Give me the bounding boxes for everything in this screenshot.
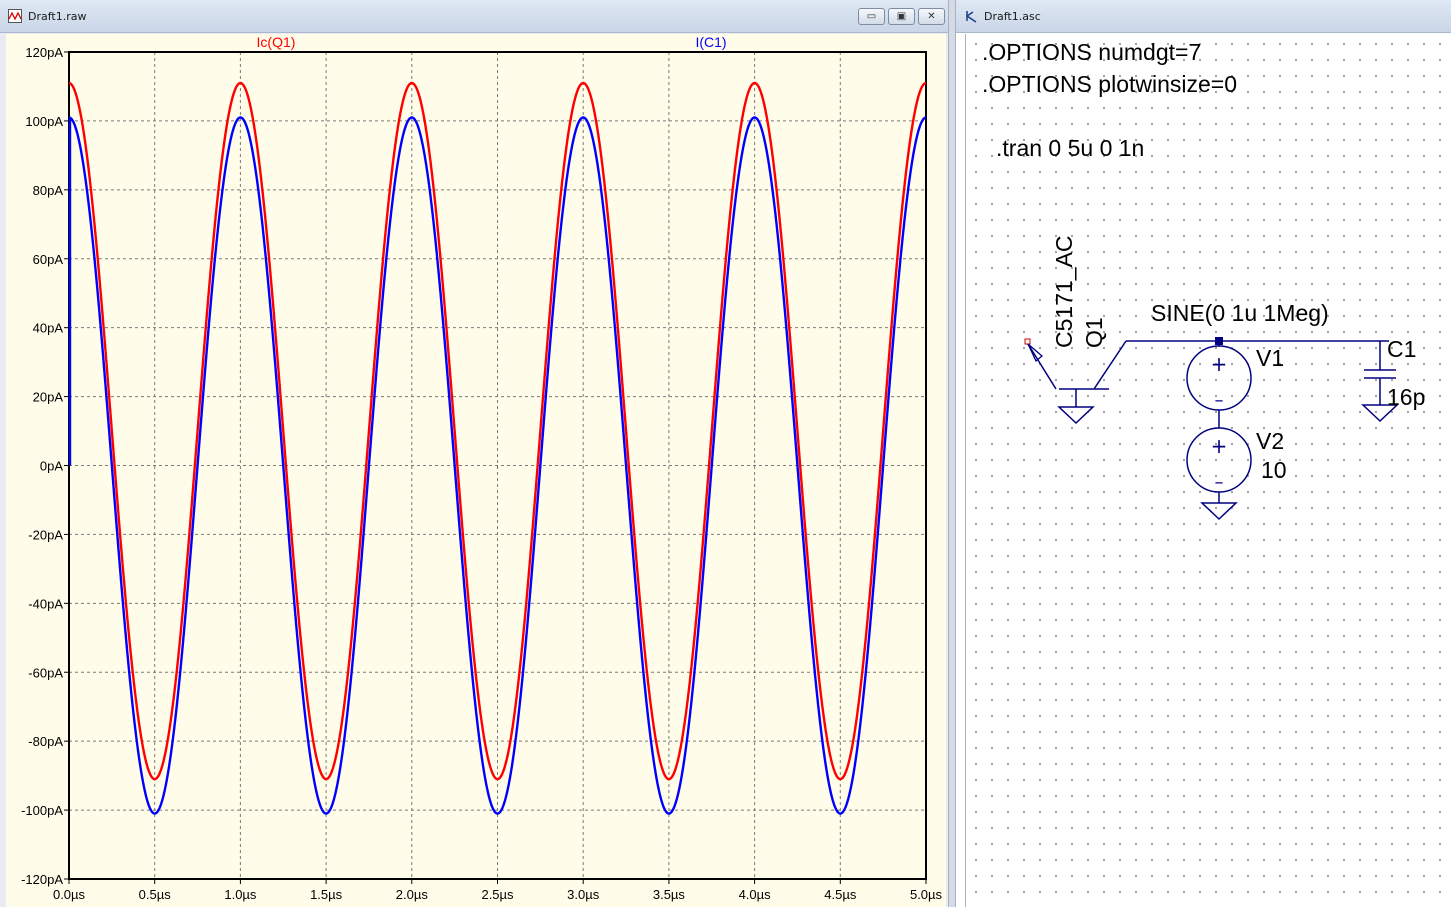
x-tick-label: 2.5µs <box>481 887 514 902</box>
schematic-canvas[interactable]: .OPTIONS numdgt=7 .OPTIONS plotwinsize=0… <box>965 34 1451 907</box>
v1-value-label[interactable]: SINE(0 1u 1Meg) <box>1151 300 1329 326</box>
legend-label: Ic(Q1) <box>257 34 296 50</box>
c1-value-label[interactable]: 16p <box>1387 384 1425 410</box>
y-tick-label: 120pA <box>25 45 63 60</box>
waveform-plot-area[interactable]: 0.0µs 0.5µs 1.0µs 1.5µs 2.0µs 2.5µs 3.0µs 3.5µs… <box>6 34 946 907</box>
schematic-window-title: Draft1.asc <box>984 10 1041 23</box>
x-tick-label: 2.0µs <box>396 887 429 902</box>
waveform-app-icon <box>8 9 22 23</box>
q1-model-label[interactable]: C5171_AC <box>1051 235 1077 348</box>
ground-icon <box>1200 502 1238 521</box>
directive-options-numdgt[interactable]: .OPTIONS numdgt=7 <box>982 39 1201 65</box>
x-tick-label: 4.0µs <box>739 887 772 902</box>
q1-emitter-arrow <box>1027 343 1044 363</box>
q1-base-lead <box>1027 343 1057 390</box>
y-tick-label: -60pA <box>28 665 63 680</box>
voltage-source-v2[interactable]: + – V2 10 <box>1186 427 1287 521</box>
y-tick-label: -20pA <box>28 527 63 542</box>
y-tick-label: -120pA <box>21 872 63 887</box>
x-tick-label: 3.5µs <box>653 887 686 902</box>
transistor-q1[interactable]: C5171_AC Q1 <box>1024 235 1127 425</box>
y-tick-label: 20pA <box>33 390 64 405</box>
y-tick-label: 0pA <box>40 459 63 474</box>
waveform-titlebar[interactable]: Draft1.raw ▭ ▣ ✕ <box>0 0 955 33</box>
v2-ref-label[interactable]: V2 <box>1256 428 1284 454</box>
schematic-window: Draft1.asc .OPTIONS numdgt=7 .OPTIONS pl… <box>956 0 1451 907</box>
minus-icon: – <box>1215 472 1224 493</box>
x-tick-label: 1.0µs <box>224 887 257 902</box>
y-tick-label: -40pA <box>28 596 63 611</box>
x-tick-label: 5.0µs <box>910 887 943 902</box>
legend-label: I(C1) <box>695 34 726 50</box>
x-tick-label: 1.5µs <box>310 887 343 902</box>
x-tick-label: 4.5µs <box>824 887 857 902</box>
x-tick-label: 3.0µs <box>567 887 600 902</box>
directive-tran[interactable]: .tran 0 5u 0 1n <box>996 135 1144 161</box>
x-tick-label: 0.5µs <box>139 887 172 902</box>
window-splitter[interactable] <box>948 0 956 907</box>
close-button[interactable]: ✕ <box>918 8 945 25</box>
q1-ref-label[interactable]: Q1 <box>1081 317 1107 348</box>
q1-base-pin[interactable] <box>1024 338 1031 345</box>
waveform-window-title: Draft1.raw <box>28 10 87 23</box>
voltage-source-v1[interactable]: + – SINE(0 1u 1Meg) V1 <box>1151 300 1329 428</box>
minimize-button[interactable]: ▭ <box>858 8 885 25</box>
plus-icon: + <box>1211 352 1228 376</box>
directive-options-plotwinsize[interactable]: .OPTIONS plotwinsize=0 <box>982 71 1237 97</box>
x-tick-label: 0.0µs <box>53 887 86 902</box>
minus-icon: – <box>1215 390 1224 411</box>
waveform-chart[interactable]: 0.0µs 0.5µs 1.0µs 1.5µs 2.0µs 2.5µs 3.0µs 3.5µs… <box>6 34 946 907</box>
restore-button[interactable]: ▣ <box>888 8 915 25</box>
y-tick-label: 60pA <box>33 252 64 267</box>
v2-value-label[interactable]: 10 <box>1261 457 1287 483</box>
ground-icon <box>1057 406 1095 425</box>
y-tick-label: -100pA <box>21 803 63 818</box>
plus-icon: + <box>1211 434 1228 458</box>
capacitor-c1[interactable]: C1 16p <box>1361 336 1425 423</box>
y-tick-label: 80pA <box>33 183 64 198</box>
y-tick-label: -80pA <box>28 734 63 749</box>
schematic-app-icon <box>966 11 977 23</box>
schematic-drawing[interactable]: .OPTIONS numdgt=7 .OPTIONS plotwinsize=0… <box>966 34 1451 907</box>
c1-ref-label[interactable]: C1 <box>1387 336 1416 362</box>
schematic-titlebar[interactable]: Draft1.asc <box>956 0 1451 33</box>
v1-ref-label[interactable]: V1 <box>1256 345 1284 371</box>
y-tick-label: 100pA <box>25 114 63 129</box>
y-tick-label: 40pA <box>33 321 64 336</box>
waveform-window: Draft1.raw ▭ ▣ ✕ 0.0µs 0.5µs 1.0µs 1.5µs 2.0… <box>0 0 956 907</box>
